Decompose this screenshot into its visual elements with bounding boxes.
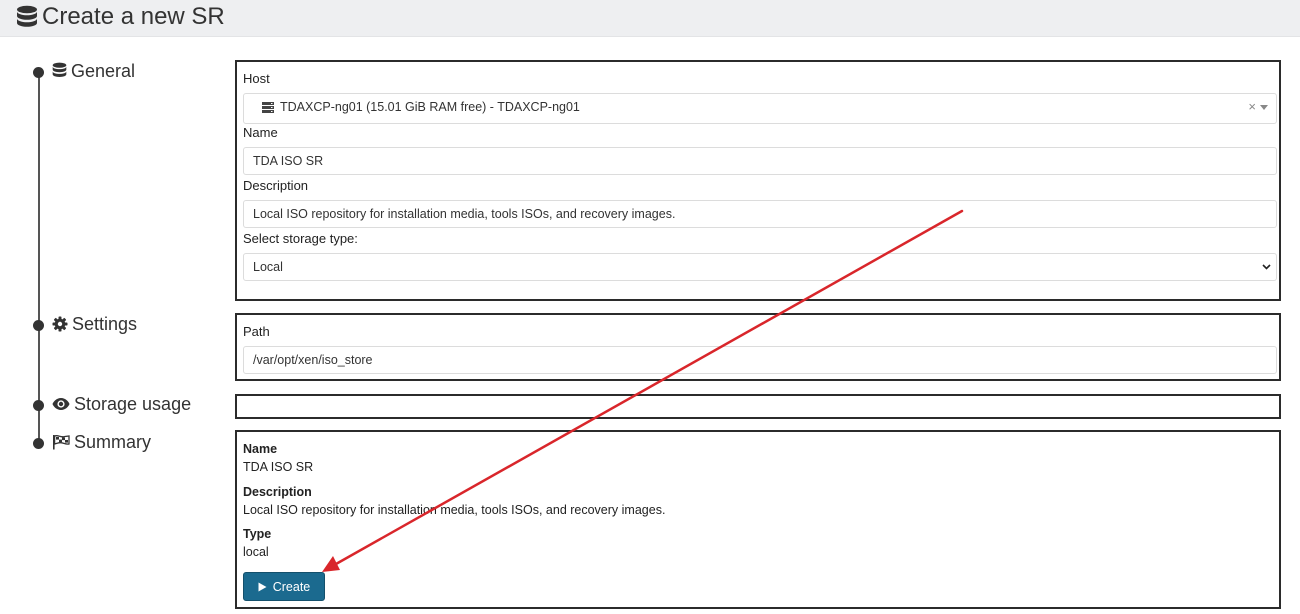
summary-type-value: local (243, 545, 269, 559)
summary-description-title: Description (243, 485, 312, 499)
page-header: Create a new SR (0, 0, 1300, 37)
play-icon (258, 582, 267, 591)
general-panel: Host TDAXCP-ng01 (15.01 GiB RAM free) - … (235, 60, 1281, 301)
create-button-label: Create (272, 579, 311, 594)
storage-type-select[interactable]: Local (243, 253, 1277, 281)
step-storage-usage: Storage usage (52, 393, 191, 415)
step-dot-summary (33, 438, 44, 449)
summary-description-value: Local ISO repository for installation me… (243, 503, 666, 517)
create-button[interactable]: Create (243, 572, 325, 601)
clear-icon[interactable]: × (1248, 94, 1256, 120)
steps-timeline (38, 72, 40, 444)
step-dot-settings (33, 320, 44, 331)
gear-icon (52, 316, 68, 332)
host-select[interactable]: TDAXCP-ng01 (15.01 GiB RAM free) - TDAXC… (243, 93, 1277, 124)
description-input[interactable]: Local ISO repository for installation me… (243, 200, 1277, 228)
step-general: General (52, 60, 135, 82)
step-summary: Summary (52, 431, 151, 453)
chevron-down-icon (1262, 264, 1271, 270)
path-label: Path (243, 324, 270, 339)
storage-usage-panel (235, 394, 1281, 419)
step-dot-storage-usage (33, 400, 44, 411)
step-label-settings: Settings (72, 314, 138, 334)
name-input[interactable]: TDA ISO SR (243, 147, 1277, 175)
caret-down-icon[interactable] (1260, 105, 1268, 110)
host-select-value: TDAXCP-ng01 (15.01 GiB RAM free) - TDAXC… (280, 100, 580, 114)
flag-checkered-icon (53, 435, 70, 450)
settings-panel: Path /var/opt/xen/iso_store (235, 313, 1281, 381)
database-icon (17, 5, 37, 27)
step-label-general: General (71, 61, 136, 81)
host-label: Host (243, 71, 270, 86)
path-input[interactable]: /var/opt/xen/iso_store (243, 346, 1277, 374)
database-icon (52, 62, 67, 77)
storage-type-value: Local (253, 260, 283, 274)
step-label-storage-usage: Storage usage (74, 394, 192, 414)
summary-type-title: Type (243, 527, 272, 541)
page-title: Create a new SR (42, 3, 225, 30)
server-icon (262, 102, 274, 113)
step-label-summary: Summary (74, 432, 152, 452)
step-settings: Settings (52, 313, 137, 335)
summary-name-value: TDA ISO SR (243, 460, 314, 474)
step-dot-general (33, 67, 44, 78)
eye-icon (52, 398, 70, 410)
description-label: Description (243, 178, 309, 193)
summary-name-title: Name (243, 442, 278, 456)
storage-type-label: Select storage type: (243, 231, 358, 246)
summary-panel: Name TDA ISO SR Description Local ISO re… (235, 430, 1281, 609)
name-label: Name (243, 125, 278, 140)
